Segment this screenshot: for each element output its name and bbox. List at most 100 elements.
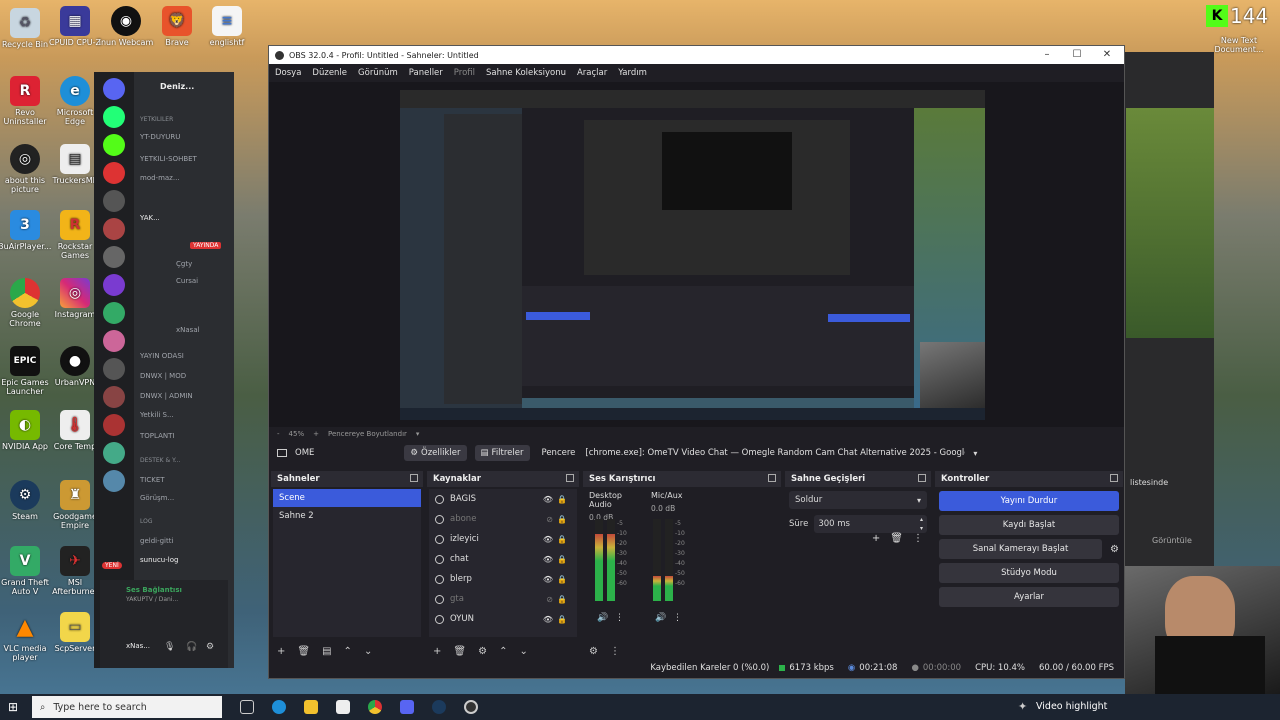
video-highlight-label[interactable]: Video highlight xyxy=(1036,701,1107,712)
discord-username[interactable]: Deniz... xyxy=(160,82,194,91)
stop-streaming-button[interactable]: Yayını Durdur xyxy=(939,491,1119,511)
settings-icon[interactable]: ⚙ xyxy=(206,642,214,652)
gear-icon[interactable]: ⚙ xyxy=(1110,544,1119,555)
discord-category[interactable]: LOG xyxy=(140,518,232,525)
desktop-icon-new-text[interactable]: New Text Document... xyxy=(1214,36,1264,54)
edge-icon[interactable] xyxy=(272,700,286,714)
menu-view[interactable]: Görünüm xyxy=(358,68,398,78)
gear-icon[interactable]: ⚙ xyxy=(478,646,487,657)
discord-voice-channel[interactable]: YAK... xyxy=(140,214,232,222)
obs-icon[interactable] xyxy=(464,700,478,714)
lock-icon[interactable]: 🔒 xyxy=(557,495,567,504)
maximize-icon[interactable]: ☐ xyxy=(1062,46,1092,64)
source-item[interactable]: blerp 👁 🔒 xyxy=(429,569,577,589)
undock-icon[interactable] xyxy=(410,474,418,482)
kick-widget[interactable]: K 144 xyxy=(1206,4,1268,28)
spin-icon[interactable]: ▴ ▾ xyxy=(920,515,923,533)
menu-file[interactable]: Dosya xyxy=(275,68,301,78)
desktop-icon-englishtf[interactable]: ≡ englishtf xyxy=(198,6,256,47)
more-icon[interactable]: ⋮ xyxy=(615,613,624,623)
studio-mode-button[interactable]: Stüdyo Modu xyxy=(939,563,1119,583)
folder-icon[interactable] xyxy=(304,700,318,714)
source-item[interactable]: gta ⊘ 🔒 xyxy=(429,589,577,609)
menu-profile[interactable]: Profil xyxy=(454,68,475,78)
move-up-icon[interactable]: ⌃ xyxy=(344,646,352,657)
discord-channel[interactable]: mod-maz... xyxy=(140,174,232,182)
undock-icon[interactable] xyxy=(566,474,574,482)
obs-titlebar[interactable]: OBS 32.0.4 - Profil: Untitled - Sahneler… xyxy=(269,46,1124,64)
discord-voice-user[interactable]: xNasal xyxy=(176,326,232,334)
trash-icon[interactable]: 🗑 xyxy=(890,533,903,544)
start-virtual-camera-button[interactable]: Sanal Kamerayı Başlat xyxy=(939,539,1103,559)
lock-icon[interactable]: 🔒 xyxy=(557,535,567,544)
footer-user[interactable]: xNas... xyxy=(126,642,150,650)
eye-icon[interactable]: 👁 xyxy=(543,615,553,624)
windows-start-icon[interactable]: ⊞ xyxy=(8,700,18,714)
video-highlight-icon[interactable]: ✦ xyxy=(1018,700,1027,713)
filter-icon[interactable]: ▤ xyxy=(322,646,331,657)
source-item[interactable]: BAGIS 👁 🔒 xyxy=(429,489,577,509)
menu-scene-collection[interactable]: Sahne Koleksiyonu xyxy=(486,68,566,78)
source-item[interactable]: OYUN 👁 🔒 xyxy=(429,609,577,629)
minimize-icon[interactable]: – xyxy=(1032,46,1062,64)
discord-channel[interactable]: YT-DUYURU xyxy=(140,133,232,141)
discord-channel[interactable]: sunucu-log xyxy=(140,556,232,564)
menu-help[interactable]: Yardım xyxy=(618,68,647,78)
zoom-in-button[interactable]: + xyxy=(313,430,319,438)
scene-item[interactable]: Sahne 2 xyxy=(273,507,421,525)
more-icon[interactable]: ⋮ xyxy=(610,646,620,657)
chevron-down-icon[interactable]: ▾ xyxy=(416,430,420,438)
discord-channel[interactable]: geldi-gitti xyxy=(140,537,232,545)
eye-icon[interactable]: 👁 xyxy=(543,575,553,584)
start-recording-button[interactable]: Kaydı Başlat xyxy=(939,515,1119,535)
lock-icon[interactable]: 🔒 xyxy=(557,575,567,584)
scene-item[interactable]: Scene xyxy=(273,489,421,507)
move-down-icon[interactable]: ⌄ xyxy=(519,646,527,657)
search-box[interactable]: ⌕ Type here to search xyxy=(32,696,222,718)
discord-voice-channel[interactable]: DNWX | ADMIN xyxy=(140,392,232,400)
window-select[interactable]: [chrome.exe]: OmeTV Video Chat — Omegle … xyxy=(585,448,965,458)
discord-voice-channel[interactable]: TOPLANTI xyxy=(140,432,232,440)
settings-button[interactable]: Ayarlar xyxy=(939,587,1119,607)
close-icon[interactable]: ✕ xyxy=(1092,46,1122,64)
preview-canvas[interactable] xyxy=(400,90,985,420)
undock-icon[interactable] xyxy=(1110,474,1118,482)
mic-icon[interactable]: 🎙 xyxy=(164,642,175,652)
eye-icon[interactable]: 👁 xyxy=(543,555,553,564)
eye-off-icon[interactable]: ⊘ xyxy=(546,595,553,604)
move-down-icon[interactable]: ⌄ xyxy=(364,646,372,657)
gear-icon[interactable]: ⚙ xyxy=(589,646,598,657)
speaker-icon[interactable]: 🔊 xyxy=(655,613,666,623)
trash-icon[interactable]: 🗑 xyxy=(297,646,310,657)
menu-edit[interactable]: Düzenle xyxy=(312,68,347,78)
undock-icon[interactable] xyxy=(768,474,776,482)
source-item[interactable]: chat 👁 🔒 xyxy=(429,549,577,569)
discord-voice-channel[interactable]: Yetkili S... xyxy=(140,411,232,419)
add-icon[interactable]: + xyxy=(872,533,880,544)
trash-icon[interactable]: 🗑 xyxy=(453,646,466,657)
lock-icon[interactable]: 🔒 xyxy=(557,595,567,604)
undock-icon[interactable] xyxy=(918,474,926,482)
lock-icon[interactable]: 🔒 xyxy=(557,515,567,524)
duration-input[interactable]: 300 ms ▴ ▾ xyxy=(814,515,927,533)
discord-voice-user[interactable]: Çgty xyxy=(176,260,232,268)
eye-icon[interactable]: 👁 xyxy=(543,495,553,504)
discord-voice-user[interactable]: Cursai xyxy=(176,277,232,285)
discord-channel[interactable]: TICKET xyxy=(140,476,232,484)
steam-icon[interactable] xyxy=(432,700,446,714)
chrome-icon[interactable] xyxy=(368,700,382,714)
filters-button[interactable]: ▤ Filtreler xyxy=(474,445,530,461)
menu-docks[interactable]: Paneller xyxy=(409,68,443,78)
desktop-icon-webcam[interactable]: ◉ inun Webcam xyxy=(97,6,155,47)
add-icon[interactable]: + xyxy=(433,646,441,657)
eye-off-icon[interactable]: ⊘ xyxy=(546,515,553,524)
speaker-icon[interactable]: 🔊 xyxy=(597,613,608,623)
source-item[interactable]: izleyici 👁 🔒 xyxy=(429,529,577,549)
more-icon[interactable]: ⋮ xyxy=(913,533,923,544)
headphones-icon[interactable]: 🎧 xyxy=(186,642,197,652)
fit-to-window[interactable]: Pencereye Boyutlandır xyxy=(328,430,407,438)
more-icon[interactable]: ⋮ xyxy=(673,613,682,623)
menu-tools[interactable]: Araçlar xyxy=(577,68,607,78)
desktop-icon-cpuid[interactable]: ▦ CPUID CPU-Z xyxy=(46,6,104,47)
discord-voice-channel[interactable]: Görüşm... xyxy=(140,494,232,502)
